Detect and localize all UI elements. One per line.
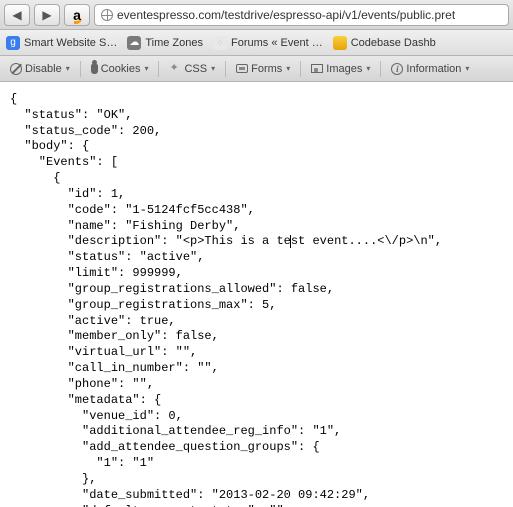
separator [300, 61, 301, 77]
amazon-button[interactable]: a [64, 4, 90, 26]
images-icon [311, 64, 323, 73]
dev-information-menu[interactable]: i Information ▾ [387, 63, 473, 75]
globe-icon [101, 9, 113, 21]
bookmark-label: Forums « Event … [231, 37, 323, 49]
chevron-down-icon: ▾ [66, 64, 70, 73]
chevron-down-icon: ▾ [286, 64, 290, 73]
chevron-down-icon: ▾ [211, 64, 215, 73]
back-icon: ◀ [12, 8, 21, 22]
page-content[interactable]: { "status": "OK", "status_code": 200, "b… [0, 82, 513, 507]
dev-label: Information [406, 63, 461, 75]
chevron-down-icon: ▾ [465, 64, 469, 73]
event-favicon-icon: ◌ [213, 36, 227, 50]
disable-icon [10, 63, 22, 75]
forms-icon [236, 64, 248, 73]
browser-toolbar: ◀ ▶ a eventespresso.com/testdrive/espres… [0, 0, 513, 30]
dev-images-menu[interactable]: Images ▾ [307, 63, 374, 75]
cloud-favicon-icon: ☁ [127, 36, 141, 50]
info-icon: i [391, 63, 403, 75]
codebase-favicon-icon [333, 36, 347, 50]
google-favicon-icon: g [6, 36, 20, 50]
separator [158, 61, 159, 77]
dev-label: Images [326, 63, 362, 75]
separator [380, 61, 381, 77]
forward-button[interactable]: ▶ [34, 4, 60, 26]
bookmark-time-zones[interactable]: ☁ Time Zones [127, 36, 203, 50]
separator [225, 61, 226, 77]
bookmark-codebase[interactable]: Codebase Dashb [333, 36, 436, 50]
dev-label: CSS [184, 63, 207, 75]
bookmark-forums[interactable]: ◌ Forums « Event … [213, 36, 323, 50]
url-bar[interactable]: eventespresso.com/testdrive/espresso-api… [94, 4, 509, 26]
bookmarks-bar: g Smart Website S… ☁ Time Zones ◌ Forums… [0, 30, 513, 56]
dev-label: Cookies [101, 63, 141, 75]
dev-css-menu[interactable]: CSS ▾ [165, 63, 219, 75]
dev-forms-menu[interactable]: Forms ▾ [232, 63, 294, 75]
bookmark-label: Time Zones [145, 37, 203, 49]
amazon-icon: a [73, 7, 81, 23]
css-icon [169, 64, 181, 74]
cookies-icon [91, 64, 98, 74]
back-button[interactable]: ◀ [4, 4, 30, 26]
dev-toolbar: Disable ▾ Cookies ▾ CSS ▾ Forms ▾ Images… [0, 56, 513, 82]
json-text-after: st event....<\/p>\n", "status": "active"… [10, 234, 442, 507]
dev-cookies-menu[interactable]: Cookies ▾ [87, 63, 153, 75]
separator [80, 61, 81, 77]
bookmark-label: Codebase Dashb [351, 37, 436, 49]
chevron-down-icon: ▾ [366, 64, 370, 73]
dev-disable-menu[interactable]: Disable ▾ [6, 63, 74, 75]
bookmark-label: Smart Website S… [24, 37, 117, 49]
dev-label: Disable [25, 63, 62, 75]
bookmark-smart-website[interactable]: g Smart Website S… [6, 36, 117, 50]
chevron-down-icon: ▾ [144, 64, 148, 73]
forward-icon: ▶ [42, 8, 51, 22]
dev-label: Forms [251, 63, 282, 75]
json-text-before: { "status": "OK", "status_code": 200, "b… [10, 92, 291, 248]
url-text: eventespresso.com/testdrive/espresso-api… [117, 8, 455, 22]
